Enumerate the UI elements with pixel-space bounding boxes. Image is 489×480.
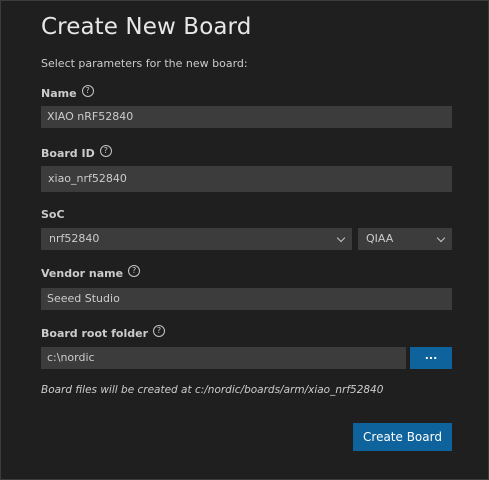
create-board-dialog: Create New Board Select parameters for t… xyxy=(0,0,489,480)
vendor-label-row: Vendor name ? xyxy=(41,264,141,280)
soc-label-row: SoC xyxy=(41,208,65,221)
output-path-note: Board files will be created at c:/nordic… xyxy=(41,384,384,396)
vendor-input[interactable]: Seeed Studio xyxy=(41,288,452,310)
chevron-down-icon xyxy=(336,233,346,243)
soc-variant-value: QIAA xyxy=(366,232,394,245)
help-icon[interactable]: ? xyxy=(153,324,165,337)
board-id-label: Board ID xyxy=(41,147,95,160)
soc-label: SoC xyxy=(41,208,65,221)
browse-button[interactable]: ... xyxy=(410,347,452,369)
chevron-down-icon xyxy=(436,233,446,243)
name-label: Name xyxy=(41,87,77,100)
help-icon[interactable]: ? xyxy=(128,264,141,277)
root-folder-label: Board root folder xyxy=(41,327,148,340)
soc-select-value: nrf52840 xyxy=(49,232,100,245)
board-id-input[interactable]: xiao_nrf52840 xyxy=(41,166,452,192)
soc-select[interactable]: nrf52840 xyxy=(41,228,352,250)
root-folder-input[interactable]: c:\nordic xyxy=(41,347,406,369)
help-icon[interactable]: ? xyxy=(81,84,94,97)
vendor-label: Vendor name xyxy=(41,267,124,280)
create-board-button[interactable]: Create Board xyxy=(353,423,452,451)
page-title: Create New Board xyxy=(41,14,252,40)
soc-variant-select[interactable]: QIAA xyxy=(358,228,452,250)
page-subtitle: Select parameters for the new board: xyxy=(41,57,248,70)
help-icon[interactable]: ? xyxy=(99,144,112,157)
name-label-row: Name ? xyxy=(41,84,94,100)
name-input[interactable]: XIAO nRF52840 xyxy=(41,106,452,128)
root-folder-label-row: Board root folder ? xyxy=(41,324,165,340)
board-id-label-row: Board ID ? xyxy=(41,144,112,160)
